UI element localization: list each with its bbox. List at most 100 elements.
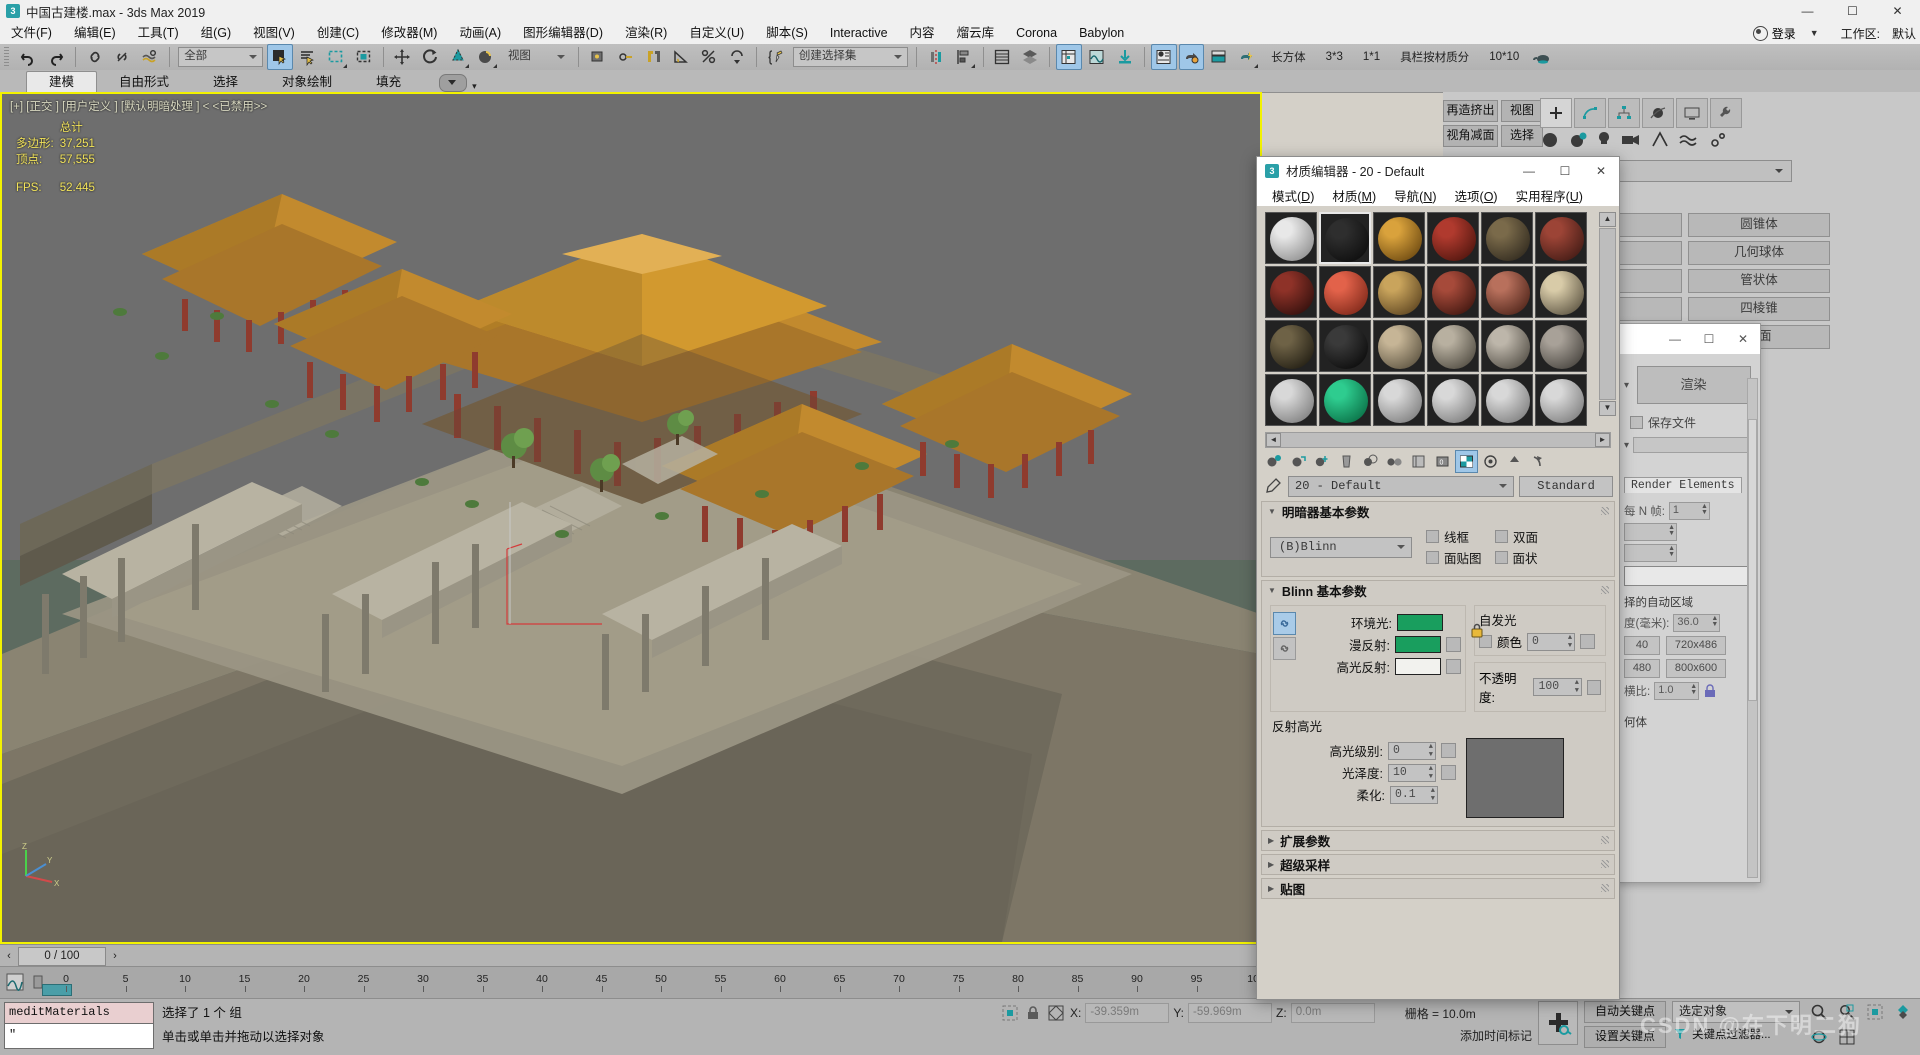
me-minimize-button[interactable]: — bbox=[1511, 157, 1547, 184]
menu-item-2[interactable]: 工具(T) bbox=[127, 22, 190, 44]
absolute-relative-toggle-icon[interactable] bbox=[1046, 1004, 1066, 1022]
material-slot-11[interactable] bbox=[1535, 266, 1587, 318]
material-slot-19[interactable] bbox=[1319, 374, 1371, 426]
tab-motion[interactable] bbox=[1642, 98, 1674, 128]
curve-editor-icon[interactable] bbox=[1056, 44, 1083, 70]
edit-named-selection-sets-icon[interactable] bbox=[763, 44, 789, 70]
material-slot-18[interactable] bbox=[1265, 374, 1317, 426]
every-n-frames-field[interactable]: 1 ▲ ▼ bbox=[1668, 502, 1710, 520]
me-menu-item-1[interactable]: 材质(M) bbox=[1323, 186, 1385, 205]
workspace-value[interactable]: 默认 bbox=[1886, 25, 1916, 42]
primitive-button-geosphere[interactable]: 几何球体 bbox=[1688, 241, 1830, 265]
z-field[interactable]: 0.0m bbox=[1290, 1003, 1375, 1023]
select-by-name-icon[interactable] bbox=[295, 44, 321, 70]
render-dialog-scrollbar[interactable] bbox=[1747, 378, 1758, 878]
zoom-all-icon[interactable] bbox=[1834, 1001, 1860, 1023]
ambient-diffuse-lock-icon[interactable] bbox=[1273, 612, 1296, 635]
slot-scrollbar-horizontal[interactable]: ◄ ► bbox=[1265, 432, 1611, 448]
menu-item-12[interactable]: Interactive bbox=[819, 22, 899, 44]
primitive-button-cone[interactable]: 圆锥体 bbox=[1688, 213, 1830, 237]
render-close-button[interactable]: ✕ bbox=[1726, 325, 1760, 353]
menu-item-10[interactable]: 自定义(U) bbox=[678, 22, 755, 44]
selection-mode-combo[interactable]: 选定对象 bbox=[1672, 1001, 1800, 1023]
material-slot-2[interactable] bbox=[1373, 212, 1425, 264]
menu-item-0[interactable]: 文件(F) bbox=[0, 22, 63, 44]
diffuse-map-button[interactable] bbox=[1446, 637, 1461, 652]
zoom-icon[interactable] bbox=[1806, 1001, 1832, 1023]
render-setup-dialog[interactable]: — ☐ ✕ ▾ 渲染 保存文件 ▾ Render Elements 每 N 帧: bbox=[1617, 323, 1761, 883]
spinner-snap-icon[interactable] bbox=[724, 44, 750, 70]
slot-scroll-left-icon[interactable]: ◄ bbox=[1266, 433, 1281, 447]
reset-map-icon[interactable] bbox=[1335, 450, 1358, 473]
select-and-place-icon[interactable] bbox=[473, 44, 499, 70]
toggle-scene-explorer-icon[interactable] bbox=[990, 44, 1016, 70]
render-preset-bar[interactable] bbox=[1633, 437, 1754, 453]
show-map-in-viewport-icon[interactable] bbox=[1455, 449, 1478, 473]
key-filter-icon[interactable] bbox=[1672, 1026, 1688, 1042]
named-selection-sets-combo[interactable]: 创建选择集 bbox=[792, 47, 908, 67]
rollout-extended-header[interactable]: ▶ 扩展参数 bbox=[1262, 831, 1614, 850]
ribbon-tab-2[interactable]: 选择 bbox=[191, 72, 260, 92]
select-and-move-icon[interactable] bbox=[390, 44, 416, 70]
me-menu-item-4[interactable]: 实用程序(U) bbox=[1507, 186, 1592, 205]
faceted-checkbox[interactable]: 面状 bbox=[1494, 548, 1538, 567]
rendered-frame-window-icon[interactable] bbox=[1206, 44, 1232, 70]
rollout-blinn-basic-header[interactable]: ▼ Blinn 基本参数 bbox=[1262, 581, 1614, 600]
material-slot-4[interactable] bbox=[1481, 212, 1533, 264]
aspect-field[interactable]: 1.0 ▲ ▼ bbox=[1654, 682, 1700, 700]
select-and-scale-icon[interactable] bbox=[445, 44, 471, 70]
menu-item-11[interactable]: 脚本(S) bbox=[755, 22, 819, 44]
ribbon-tab-4[interactable]: 填充 bbox=[354, 72, 423, 92]
self-illum-map-button[interactable] bbox=[1580, 634, 1596, 649]
viewport-label[interactable]: [+] [正交 ] [用户定义 ] [默认明暗处理 ] < <已禁用>> bbox=[10, 98, 267, 114]
toggle-layer-explorer-icon[interactable] bbox=[1017, 44, 1043, 70]
set-key-toggle-button[interactable] bbox=[1538, 1001, 1578, 1045]
key-filters-row[interactable]: 关键点过滤器... bbox=[1672, 1026, 1800, 1042]
aspect-lock-icon[interactable] bbox=[1703, 684, 1717, 698]
render-dialog-scroll-thumb[interactable] bbox=[1748, 419, 1757, 701]
current-frame-indicator[interactable]: 0 / 100 bbox=[18, 946, 106, 966]
ambient-color-swatch[interactable] bbox=[1397, 614, 1443, 631]
twosided-checkbox-box[interactable] bbox=[1495, 530, 1509, 543]
facemap-checkbox[interactable]: 面贴图 bbox=[1426, 548, 1482, 567]
ribbon-more-icon[interactable] bbox=[439, 74, 468, 92]
opacity-field[interactable]: 100 ▲ ▼ bbox=[1533, 678, 1582, 696]
render-chevron-icon[interactable]: ▾ bbox=[1624, 380, 1629, 391]
selection-filter-combo[interactable]: 全部 bbox=[178, 47, 264, 67]
x-field[interactable]: -39.359m bbox=[1085, 1003, 1170, 1023]
aperture-field[interactable]: 36.0 ▲ ▼ bbox=[1673, 614, 1721, 632]
me-menu-item-3[interactable]: 选项(O) bbox=[1446, 186, 1507, 205]
align-icon[interactable] bbox=[951, 44, 977, 70]
ribbon-tab-3[interactable]: 对象绘制 bbox=[260, 72, 354, 92]
requad-extrude-button[interactable]: 再造挤出 bbox=[1443, 100, 1498, 122]
menu-item-16[interactable]: Babylon bbox=[1068, 22, 1135, 44]
schematic-view-icon[interactable] bbox=[1084, 44, 1110, 70]
preset-720x486[interactable]: 720x486 bbox=[1666, 636, 1726, 655]
go-forward-to-sibling-icon[interactable] bbox=[1527, 450, 1550, 473]
menu-item-14[interactable]: 熘云库 bbox=[946, 22, 1006, 44]
save-file-checkbox[interactable]: 保存文件 bbox=[1630, 414, 1754, 431]
slot-scroll-track[interactable] bbox=[1599, 228, 1616, 400]
put-to-library-icon[interactable] bbox=[1407, 450, 1430, 473]
viewport[interactable]: [+] [正交 ] [用户定义 ] [默认明暗处理 ] < <已禁用>> 总计 … bbox=[0, 92, 1262, 944]
pan-view-icon[interactable] bbox=[1890, 1001, 1916, 1023]
assign-material-to-selection-icon[interactable] bbox=[1311, 450, 1334, 473]
material-slot-10[interactable] bbox=[1481, 266, 1533, 318]
ancient-architecture-model[interactable] bbox=[2, 94, 1260, 942]
go-to-parent-icon[interactable] bbox=[1503, 450, 1526, 473]
render-to-texture-icon[interactable] bbox=[1112, 44, 1138, 70]
material-slot-20[interactable] bbox=[1373, 374, 1425, 426]
material-slot-16[interactable] bbox=[1481, 320, 1533, 372]
material-slot-3[interactable] bbox=[1427, 212, 1479, 264]
spin-field-2[interactable]: ▲ ▼ bbox=[1624, 544, 1677, 562]
specular-map-button[interactable] bbox=[1446, 659, 1461, 674]
ribbon-chevron-icon[interactable]: ▾ bbox=[472, 81, 477, 92]
specular-level-field[interactable]: 0 ▲ ▼ bbox=[1388, 741, 1436, 760]
menu-item-3[interactable]: 组(G) bbox=[190, 22, 243, 44]
y-field[interactable]: -59.969m bbox=[1188, 1003, 1273, 1023]
snap-toggle-icon[interactable] bbox=[641, 44, 667, 70]
specular-level-map-button[interactable] bbox=[1441, 743, 1456, 758]
soften-field[interactable]: 0.1 ▲ ▼ bbox=[1390, 785, 1438, 804]
menu-item-8[interactable]: 图形编辑器(D) bbox=[512, 22, 614, 44]
tab-create[interactable] bbox=[1540, 98, 1572, 128]
